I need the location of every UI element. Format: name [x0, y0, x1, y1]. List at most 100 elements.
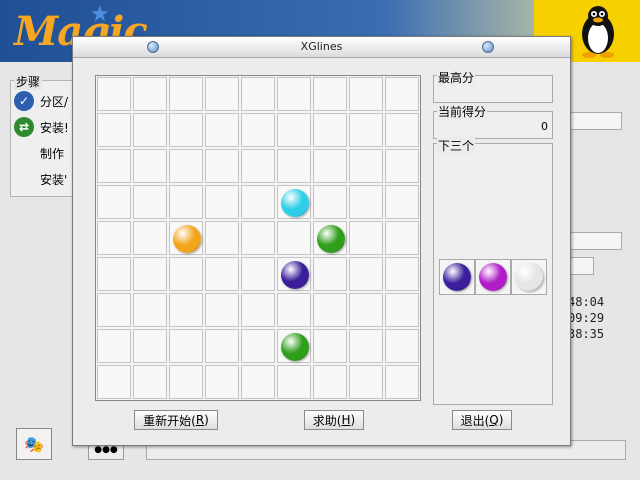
board-cell[interactable]: [97, 221, 131, 255]
board-cell[interactable]: [97, 365, 131, 399]
board-cell[interactable]: [349, 365, 383, 399]
board-cell[interactable]: [385, 149, 419, 183]
restart-button[interactable]: 重新开始(R): [134, 410, 218, 430]
board-cell[interactable]: [205, 257, 239, 291]
board-cell[interactable]: [169, 365, 203, 399]
board-cell[interactable]: [205, 185, 239, 219]
board-cell[interactable]: [349, 77, 383, 111]
board-cell[interactable]: [205, 293, 239, 327]
board-cell[interactable]: [313, 293, 347, 327]
step-partition: ✓ 分区/: [14, 90, 68, 112]
step-make: 制作: [14, 142, 64, 164]
board-cell[interactable]: [313, 113, 347, 147]
theater-masks-button[interactable]: 🎭: [16, 428, 52, 460]
board-cell[interactable]: [241, 113, 275, 147]
next-ball-magenta: [479, 263, 507, 291]
board-cell[interactable]: [313, 185, 347, 219]
board-cell[interactable]: [169, 293, 203, 327]
help-button[interactable]: 求助(H): [304, 410, 364, 430]
board-cell[interactable]: [205, 149, 239, 183]
board-cell[interactable]: [169, 257, 203, 291]
board-cell[interactable]: [385, 329, 419, 363]
board-cell[interactable]: [205, 365, 239, 399]
board-cell[interactable]: [169, 77, 203, 111]
step-install2: 安装': [14, 168, 67, 190]
board-cell[interactable]: [133, 329, 167, 363]
total-time: 38:35: [568, 327, 605, 341]
board-cell[interactable]: [97, 149, 131, 183]
quit-button[interactable]: 退出(Q): [452, 410, 512, 430]
board-cell[interactable]: [133, 77, 167, 111]
board-cell[interactable]: [97, 77, 131, 111]
board-cell[interactable]: [169, 113, 203, 147]
board-cell[interactable]: [277, 365, 311, 399]
board-cell[interactable]: [349, 329, 383, 363]
board-cell[interactable]: [241, 149, 275, 183]
ball-cyan[interactable]: [281, 189, 309, 217]
board-cell[interactable]: [205, 221, 239, 255]
board-cell[interactable]: [133, 293, 167, 327]
board-cell[interactable]: [97, 185, 131, 219]
board-cell[interactable]: [349, 221, 383, 255]
window-close-button[interactable]: [482, 41, 494, 53]
board-cell[interactable]: [277, 113, 311, 147]
board-cell[interactable]: [313, 257, 347, 291]
board-cell[interactable]: [241, 293, 275, 327]
ball-purple[interactable]: [281, 261, 309, 289]
board-cell[interactable]: [241, 185, 275, 219]
board-cell[interactable]: [349, 113, 383, 147]
board-cell[interactable]: [205, 77, 239, 111]
window-title: XGlines: [300, 40, 343, 53]
board-cell[interactable]: [385, 113, 419, 147]
board-cell[interactable]: [385, 293, 419, 327]
board-cell[interactable]: [349, 257, 383, 291]
board-cell[interactable]: [385, 185, 419, 219]
board-cell[interactable]: [169, 185, 203, 219]
board-cell[interactable]: [169, 149, 203, 183]
board-cell[interactable]: [277, 293, 311, 327]
board-cell[interactable]: [241, 221, 275, 255]
next-ball-white: [515, 263, 543, 291]
board-cell[interactable]: [97, 329, 131, 363]
board-cell[interactable]: [277, 77, 311, 111]
ball-green[interactable]: [317, 225, 345, 253]
board-cell[interactable]: [349, 185, 383, 219]
board-cell[interactable]: [241, 329, 275, 363]
board-cell[interactable]: [97, 113, 131, 147]
title-bar[interactable]: XGlines: [73, 37, 570, 58]
board-cell[interactable]: [349, 293, 383, 327]
board-cell[interactable]: [241, 77, 275, 111]
board-cell[interactable]: [277, 221, 311, 255]
board-cell[interactable]: [241, 365, 275, 399]
board-cell[interactable]: [385, 365, 419, 399]
board-cell[interactable]: [385, 257, 419, 291]
board-cell[interactable]: [133, 221, 167, 255]
board-cell[interactable]: [133, 113, 167, 147]
high-score-label: 最高分: [437, 69, 476, 86]
board-cell[interactable]: [97, 257, 131, 291]
board-cell[interactable]: [277, 149, 311, 183]
next-three-label: 下三个: [437, 137, 476, 154]
board-cell[interactable]: [313, 365, 347, 399]
board-cell[interactable]: [313, 329, 347, 363]
board-cell[interactable]: [169, 329, 203, 363]
board-cell[interactable]: [133, 149, 167, 183]
board-cell[interactable]: [133, 365, 167, 399]
board-cell[interactable]: [97, 293, 131, 327]
ball-orange[interactable]: [173, 225, 201, 253]
board-cell[interactable]: [133, 185, 167, 219]
ball-green[interactable]: [281, 333, 309, 361]
board-cell[interactable]: [205, 113, 239, 147]
elapsed-time: 48:04: [568, 295, 605, 309]
board-cell[interactable]: [241, 257, 275, 291]
board-cell[interactable]: [385, 221, 419, 255]
board-cell[interactable]: [133, 257, 167, 291]
more-button[interactable]: ●●●: [88, 444, 124, 460]
board-cell[interactable]: [349, 149, 383, 183]
step-label: 制作: [40, 146, 65, 161]
board-cell[interactable]: [385, 77, 419, 111]
board-cell[interactable]: [205, 329, 239, 363]
board-cell[interactable]: [313, 149, 347, 183]
game-board[interactable]: [95, 75, 421, 401]
board-cell[interactable]: [313, 77, 347, 111]
